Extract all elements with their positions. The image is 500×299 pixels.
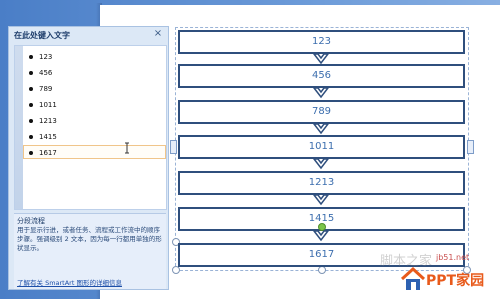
pane-gutter [15,46,23,209]
step-text: 456 [311,70,332,81]
list-item-text: 1011 [39,101,57,109]
ppt-logo: PPT家园 [398,262,500,299]
process-step-box[interactable]: 123 [178,30,465,54]
bullet-icon [29,55,33,59]
text-pane: 在此处键入文字 × 123 456 789 1011 1213 1415 161… [8,26,169,290]
close-icon[interactable]: × [152,28,164,40]
chevron-down-icon [313,230,329,242]
chevron-down-icon [313,87,329,99]
watermark-site: jb51.net [436,253,470,262]
text-pane-title: 在此处键入文字 [14,31,70,40]
text-cursor-icon [125,142,129,154]
frame-side-handle-right[interactable] [467,140,474,154]
process-step-box[interactable]: 1011 [178,135,465,159]
list-item-text: 456 [39,69,53,77]
bullet-icon [29,135,33,139]
process-step-box[interactable]: 1213 [178,171,465,195]
list-item-text: 1213 [39,117,57,125]
step-text: 789 [311,106,332,117]
logo-text: PPT家园 [426,273,485,289]
list-item-text: 1617 [39,149,57,157]
description-panel: 分段流程 用于显示行进，或者任务、流程或工作流中的顺序步骤。强调级别 2 文本，… [14,213,166,289]
learn-more-link[interactable]: 了解有关 SmartArt 图形的详细信息 [17,277,122,287]
process-step-box[interactable]: 456 [178,64,465,88]
list-item[interactable]: 123 [29,50,165,64]
list-item-active[interactable]: 1617 [23,145,166,159]
description-body: 用于显示行进，或者任务、流程或工作流中的顺序步骤。强调级别 2 文本，因为每一行… [17,226,162,252]
list-item-text: 1415 [39,133,57,141]
description-title: 分段流程 [17,217,45,225]
resize-handle[interactable] [318,266,326,274]
bullet-icon [29,71,33,75]
process-step-box[interactable]: 789 [178,100,465,124]
text-pane-header: 在此处键入文字 × [9,27,168,43]
list-item-text: 789 [39,85,53,93]
chevron-down-icon [313,194,329,206]
list-item[interactable]: 1213 [29,114,165,128]
bullet-icon [29,151,33,155]
frame-side-handle-left[interactable] [170,140,177,154]
step-text: 1011 [308,141,335,152]
list-item[interactable]: 456 [29,66,165,80]
list-item[interactable]: 789 [29,82,165,96]
chevron-down-icon [313,123,329,135]
text-pane-list[interactable]: 123 456 789 1011 1213 1415 1617 [14,45,167,210]
step-text: 123 [311,36,332,47]
list-item[interactable]: 1011 [29,98,165,112]
list-item-text: 123 [39,53,53,61]
bullet-icon [29,87,33,91]
bullet-icon [29,119,33,123]
bullet-icon [29,103,33,107]
house-logo-icon [400,266,426,290]
list-item[interactable]: 1415 [29,130,165,144]
resize-handle[interactable] [172,266,180,274]
chevron-down-icon [313,158,329,170]
step-text: 1213 [308,177,335,188]
